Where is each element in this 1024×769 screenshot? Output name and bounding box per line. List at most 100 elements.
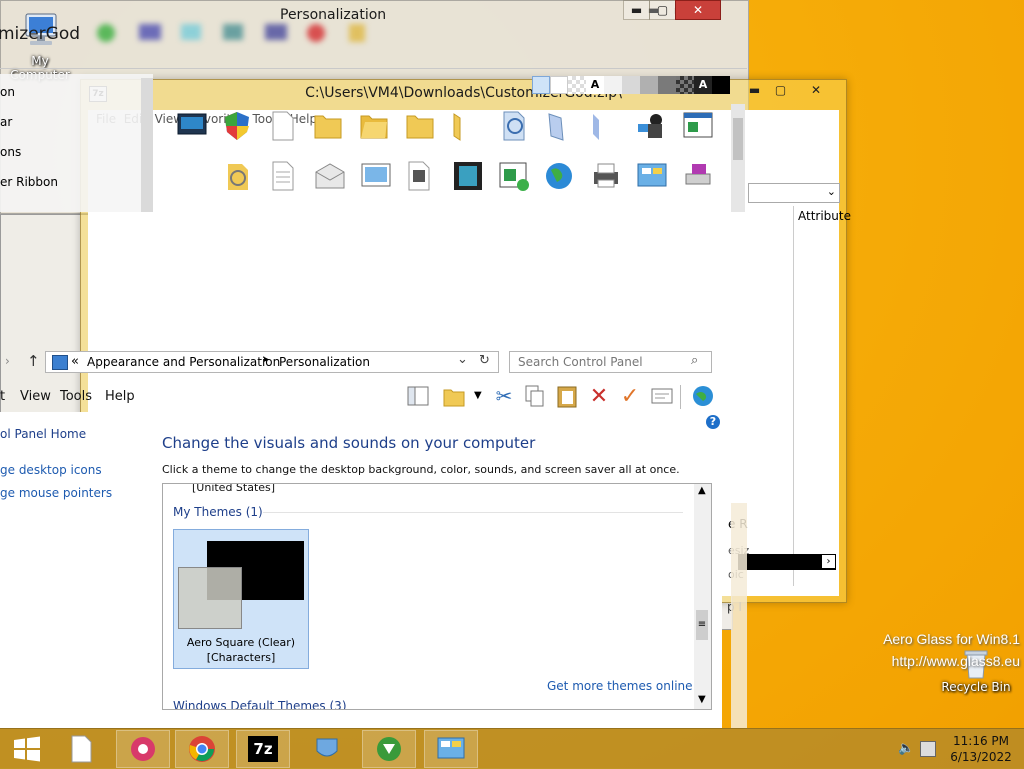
blurred-toolbar (95, 18, 375, 54)
change-mouse-pointers-link[interactable]: ge mouse pointers (0, 486, 112, 500)
copy-icon[interactable] (521, 383, 549, 409)
window-icon[interactable] (682, 110, 716, 144)
document-icon[interactable] (270, 110, 304, 144)
mail-icon[interactable] (314, 160, 348, 194)
minimize-button[interactable]: ▬ (741, 80, 768, 100)
search-folder-icon[interactable] (498, 110, 532, 144)
taskbar: 7z 🔈 11:16 PM 6/13/2022 (0, 728, 1024, 769)
forward-chevron-icon[interactable]: › (5, 354, 10, 368)
delete-icon[interactable]: ✕ (585, 383, 613, 409)
breadcrumb-personalization[interactable]: Personalization (279, 355, 370, 369)
globe-network-icon[interactable] (543, 160, 577, 194)
settings-app-icon[interactable] (116, 730, 170, 768)
text-document-icon[interactable] (270, 160, 304, 194)
nav-scrollbar[interactable] (141, 78, 153, 212)
background-swatches[interactable]: A A (532, 76, 730, 94)
chevron-down-icon: ⌄ (826, 185, 836, 198)
nav-item[interactable]: on (0, 85, 15, 99)
verified-window-icon[interactable] (498, 160, 532, 194)
folder-side-icon[interactable] (450, 110, 484, 144)
properties-icon[interactable] (648, 383, 676, 409)
help-icon[interactable]: ? (706, 415, 720, 429)
7zip-icon[interactable]: 7z (236, 730, 290, 768)
network-icon[interactable] (920, 741, 936, 757)
minimize-button[interactable]: ▬ (623, 0, 650, 20)
windows-default-themes-header: Windows Default Themes (3) (173, 699, 347, 710)
folder-blue-side-icon[interactable] (590, 110, 624, 144)
breadcrumb-chevrons[interactable]: « (71, 354, 79, 369)
theme-tile-aero-square[interactable]: Aero Square (Clear) [Characters] (173, 529, 309, 669)
scrollbar-horizontal[interactable]: › (738, 554, 836, 570)
cut-icon[interactable]: ✂ (490, 383, 518, 409)
chevron-right-icon: › (822, 555, 835, 568)
menu-edit[interactable]: t (0, 389, 5, 404)
maximize-button[interactable]: ▢ (767, 80, 794, 100)
maximize-button[interactable]: ▢ (649, 0, 676, 20)
control-panel-home-link[interactable]: ol Panel Home (0, 427, 86, 441)
swatch-label: A (694, 76, 712, 94)
search-input[interactable]: Search Control Panel ⌕ (509, 351, 712, 373)
menu-view[interactable]: View (20, 389, 51, 404)
start-icon[interactable] (0, 730, 54, 768)
up-arrow-icon[interactable]: ↑ (27, 352, 40, 370)
window-title: Personalization (280, 7, 387, 23)
shield-icon[interactable] (300, 730, 354, 768)
icon-grid-scrollbar[interactable] (731, 104, 745, 212)
monitor-icon[interactable] (176, 110, 210, 144)
watermark-line1: Aero Glass for Win8.1 (883, 631, 1020, 647)
clock-date[interactable]: 6/13/2022 (946, 750, 1016, 764)
search-document-icon[interactable] (224, 160, 258, 194)
nav-item[interactable]: ar (0, 115, 12, 129)
change-desktop-icons-link[interactable]: ge desktop icons (0, 463, 102, 477)
folder-open-icon[interactable] (359, 110, 393, 144)
close-button[interactable]: ✕ (675, 0, 721, 20)
nav-item[interactable]: er Ribbon (0, 175, 58, 189)
control-panel-icon[interactable] (636, 160, 670, 194)
file-icon[interactable] (54, 730, 108, 768)
theme-list-scrollbar[interactable]: ▲ ≡ ▼ (694, 484, 711, 709)
page-subtitle: Click a theme to change the desktop back… (162, 463, 680, 476)
drive-icon[interactable] (682, 160, 716, 194)
control-panel-icon (52, 355, 68, 370)
chevron-down-icon[interactable]: ⌄ (457, 352, 468, 367)
theme-list[interactable]: [United States] My Themes (1) Aero Squar… (162, 483, 712, 710)
folder-blue-icon[interactable] (543, 110, 577, 144)
control-panel-icon[interactable] (424, 730, 478, 768)
column-header-attributes[interactable]: Attribute (798, 209, 851, 223)
nav-item[interactable]: ons (0, 145, 21, 159)
folder-icon[interactable] (405, 110, 439, 144)
search-icon[interactable]: ⌕ (691, 353, 698, 368)
picture-icon[interactable] (360, 160, 394, 194)
chevron-down-icon[interactable]: ▼ (474, 390, 482, 401)
path-dropdown[interactable]: ⌄ (748, 183, 840, 203)
download-manager-icon[interactable] (362, 730, 416, 768)
chevron-down-icon[interactable]: ▼ (698, 694, 706, 705)
chrome-icon[interactable] (175, 730, 229, 768)
volume-muted-icon[interactable]: 🔈 (898, 741, 914, 756)
get-more-themes-link[interactable]: Get more themes online (547, 679, 693, 693)
film-icon[interactable] (452, 160, 486, 194)
menu-tools[interactable]: Tools (60, 389, 92, 404)
swatch-label: A (586, 76, 604, 94)
breadcrumb-appearance[interactable]: Appearance and Personalization (87, 355, 280, 369)
folder-move-icon[interactable] (440, 383, 468, 409)
partial-background-window (731, 503, 747, 728)
clock-time[interactable]: 11:16 PM (946, 734, 1016, 748)
globe-icon[interactable] (689, 383, 717, 409)
puzzle-network-icon[interactable] (636, 110, 670, 144)
pane-layout-icon[interactable] (404, 383, 432, 409)
folder-icon[interactable] (313, 110, 347, 144)
menu-help[interactable]: Help (105, 389, 135, 404)
address-bar[interactable]: « Appearance and Personalization ▸ Perso… (45, 351, 499, 373)
checkmark-icon[interactable]: ✓ (616, 383, 644, 409)
music-document-icon[interactable] (406, 160, 440, 194)
printer-icon[interactable] (590, 160, 624, 194)
chevron-up-icon[interactable]: ▲ (698, 485, 706, 496)
shield-icon[interactable] (222, 110, 256, 144)
window-title: C:\Users\VM4\Downloads\CustomizerGod.zip… (305, 85, 622, 101)
scroll-thumb[interactable]: ≡ (696, 610, 708, 640)
refresh-icon[interactable]: ↻ (479, 353, 490, 368)
close-button[interactable]: ✕ (793, 80, 839, 100)
desktop-icon-my-computer[interactable]: My Computer (0, 10, 80, 82)
paste-icon[interactable] (553, 383, 581, 409)
